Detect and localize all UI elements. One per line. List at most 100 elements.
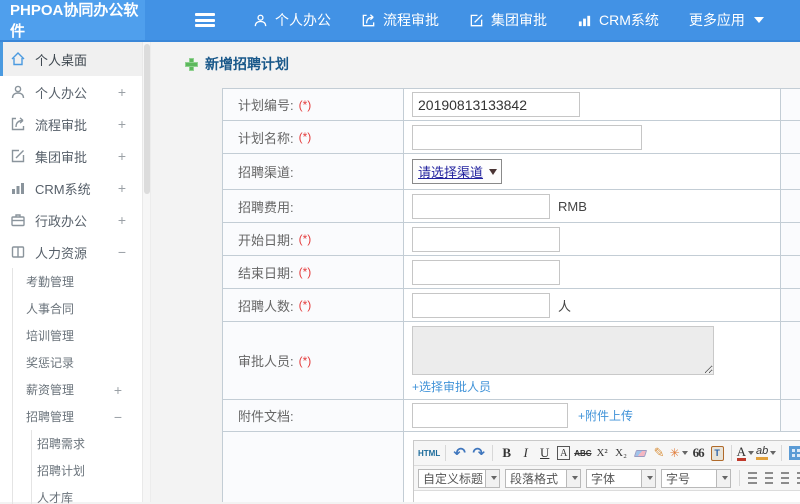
subscript-button[interactable]: X₂ xyxy=(613,444,630,463)
topnav-label: 更多应用 xyxy=(688,12,745,28)
sidebar-item-hr[interactable]: 人力资源 − xyxy=(0,236,142,268)
sidebar-item-recruit-demand[interactable]: 招聘需求 xyxy=(32,430,142,457)
field-label: 附件文档: xyxy=(223,400,404,431)
eraser-button[interactable] xyxy=(632,444,649,463)
html-source-button[interactable]: HTML xyxy=(418,444,440,463)
collapse-minus-icon[interactable]: − xyxy=(118,244,126,260)
bold-button[interactable]: B xyxy=(498,444,515,463)
table-insert-button[interactable] xyxy=(787,444,800,463)
sidebar-item-recruit-mgmt[interactable]: 招聘管理 − xyxy=(13,403,142,430)
process-icon xyxy=(10,116,26,132)
scrollbar-thumb[interactable] xyxy=(144,44,150,194)
custom-title-select[interactable]: 自定义标题 xyxy=(418,468,500,488)
top-navigation: 个人办公 流程审批 集团审批 CRM系统 更多应用 xyxy=(145,0,794,40)
sidebar-item-label: 人才库 xyxy=(37,491,74,504)
sidebar-item-label: 薪资管理 xyxy=(26,383,75,397)
sidebar-item-desktop[interactable]: 个人桌面 xyxy=(0,42,142,76)
recruit-plan-form: 计划编号: (*) 计划名称: (*) xyxy=(222,88,800,502)
sidebar-item-hr-contract[interactable]: 人事合同 xyxy=(13,295,142,322)
editor-content-area[interactable] xyxy=(414,491,800,502)
font-border-button[interactable]: A xyxy=(557,446,571,460)
sidebar-item-training[interactable]: 培训管理 xyxy=(13,322,142,349)
topnav-process-approval[interactable]: 流程审批 xyxy=(361,10,439,30)
topnav-crm[interactable]: CRM系统 xyxy=(577,10,659,30)
caret-down-icon xyxy=(642,468,656,488)
form-row-cost: 招聘费用: RMB xyxy=(223,190,800,223)
paragraph-format-select[interactable]: 段落格式 xyxy=(505,468,581,488)
required-mark: (*) xyxy=(298,298,312,312)
edit-icon xyxy=(10,148,26,164)
sidebar-item-talent-pool[interactable]: 人才库 xyxy=(32,484,142,504)
highlight-color-button[interactable]: ab xyxy=(756,444,777,463)
expand-plus-icon[interactable]: + xyxy=(118,148,126,164)
field-label: 计划编号: (*) xyxy=(223,89,404,120)
sidebar-item-salary[interactable]: 薪资管理 + xyxy=(13,376,142,403)
expand-plus-icon[interactable]: + xyxy=(114,382,122,398)
start-date-input[interactable] xyxy=(412,226,560,252)
sidebar-item-attendance[interactable]: 考勤管理 xyxy=(13,268,142,295)
expand-plus-icon[interactable]: + xyxy=(118,84,126,100)
form-row-attachment: 附件文档: +附件上传 xyxy=(223,400,800,432)
form-row-start-date: 开始日期: (*) xyxy=(223,223,800,256)
plan-name-input[interactable] xyxy=(412,124,642,150)
sidebar-item-label: 个人办公 xyxy=(35,85,88,101)
app-logo[interactable]: PHPOA协同办公软件 xyxy=(0,0,145,40)
sidebar-item-label: 人事合同 xyxy=(26,302,75,316)
sidebar-item-admin-office[interactable]: 行政办公 + xyxy=(0,204,142,236)
collapse-minus-icon[interactable]: − xyxy=(114,409,122,425)
underline-button[interactable]: U xyxy=(536,444,553,463)
sidebar-item-label: 个人桌面 xyxy=(35,52,88,68)
topbar: PHPOA协同办公软件 个人办公 流程审批 集团审批 CRM系统 更多应用 xyxy=(0,0,800,42)
align-right-icon[interactable] xyxy=(780,472,790,484)
expand-plus-icon[interactable]: + xyxy=(118,116,126,132)
attachment-input[interactable] xyxy=(412,403,568,428)
superscript-button[interactable]: X² xyxy=(594,444,611,463)
unit-suffix: 人 xyxy=(558,298,572,314)
select-approvers-link[interactable]: +选择审批人员 xyxy=(412,378,491,395)
font-family-select[interactable]: 字体 xyxy=(586,468,656,488)
sidebar-item-personal-office[interactable]: 个人办公 + xyxy=(0,76,142,108)
upload-attachment-link[interactable]: +附件上传 xyxy=(578,407,633,424)
blockquote-button[interactable]: 66 xyxy=(690,444,707,463)
font-size-select[interactable]: 字号 xyxy=(661,468,731,488)
rich-text-editor: HTML ↶ ↷ B I U A ABC X² X₂ ✎ ✳ 66 T A ab… xyxy=(413,440,800,502)
paste-button[interactable]: T xyxy=(709,444,726,463)
topnav-group-approval[interactable]: 集团审批 xyxy=(469,10,547,30)
end-date-input[interactable] xyxy=(412,259,560,285)
sidebar-item-rewards[interactable]: 奖惩记录 xyxy=(13,349,142,376)
form-row-approvers: 审批人员: (*) +选择审批人员 xyxy=(223,322,800,400)
headcount-input[interactable] xyxy=(412,292,550,318)
page-title-text: 新增招聘计划 xyxy=(205,56,289,72)
required-mark: (*) xyxy=(298,130,312,144)
align-center-icon[interactable] xyxy=(764,472,773,484)
align-left-icon[interactable] xyxy=(748,472,757,484)
cost-input[interactable] xyxy=(412,193,550,219)
undo-button[interactable]: ↶ xyxy=(451,444,468,463)
expand-plus-icon[interactable]: + xyxy=(118,212,126,228)
sidebar-item-label: 流程审批 xyxy=(35,117,88,133)
field-label: 结束日期: (*) xyxy=(223,256,404,288)
font-color-button[interactable]: A xyxy=(736,444,755,463)
strikethrough-button[interactable]: ABC xyxy=(574,444,591,463)
editor-toolbar-row2: 自定义标题 段落格式 字体 字号 xyxy=(414,466,800,491)
plan-number-input[interactable] xyxy=(412,92,580,117)
required-mark: (*) xyxy=(298,265,312,279)
topnav-personal-office[interactable]: 个人办公 xyxy=(253,10,331,30)
format-painter-button[interactable]: ✎ xyxy=(651,444,668,463)
redo-button[interactable]: ↷ xyxy=(470,444,487,463)
sidebar-item-crm[interactable]: CRM系统 + xyxy=(0,172,142,204)
field-label: 招聘人数: (*) xyxy=(223,289,404,321)
edit-icon xyxy=(469,13,484,28)
sidebar-item-process-approval[interactable]: 流程审批 + xyxy=(0,108,142,140)
topnav-more-apps[interactable]: 更多应用 xyxy=(689,10,764,30)
approvers-textarea[interactable] xyxy=(412,326,714,375)
hamburger-menu-icon[interactable] xyxy=(195,13,215,27)
auto-typeset-button[interactable]: ✳ xyxy=(670,444,688,463)
italic-button[interactable]: I xyxy=(517,444,534,463)
expand-plus-icon[interactable]: + xyxy=(118,180,126,196)
sidebar-item-recruit-plan[interactable]: 招聘计划 xyxy=(32,457,142,484)
sidebar-item-group-approval[interactable]: 集团审批 + xyxy=(0,140,142,172)
home-icon xyxy=(10,51,26,67)
channel-select[interactable]: 请选择渠道 xyxy=(412,159,503,184)
topnav-label: 个人办公 xyxy=(275,12,331,28)
